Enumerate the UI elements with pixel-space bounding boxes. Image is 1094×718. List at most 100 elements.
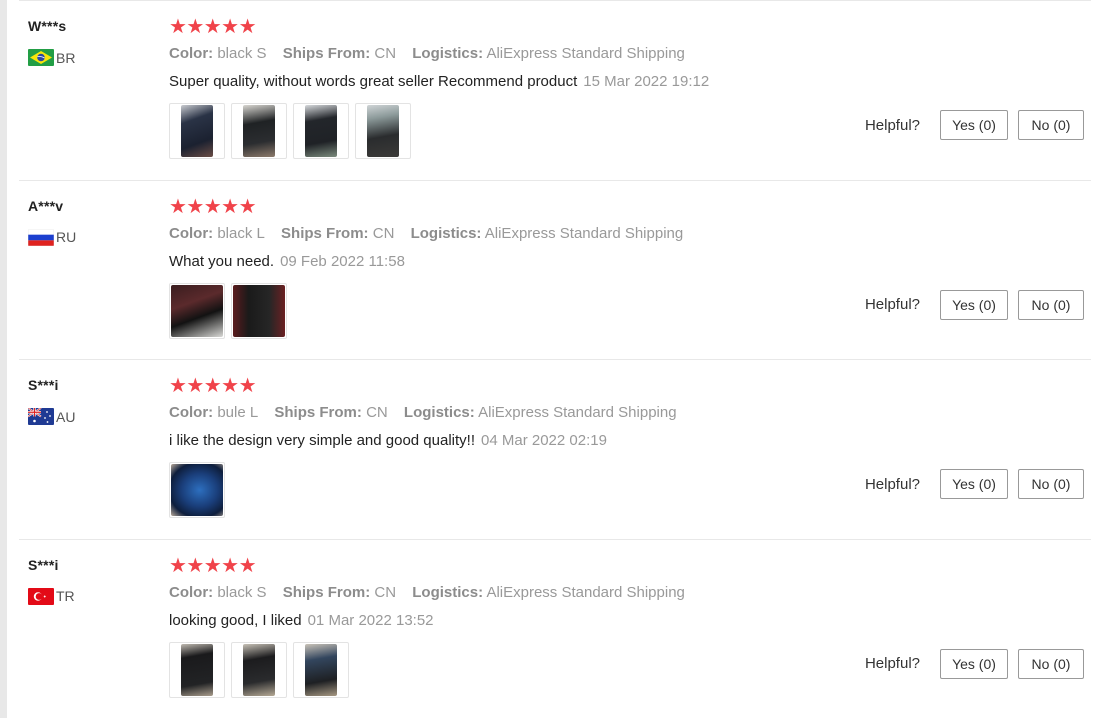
reviewer-name: W***s — [28, 18, 67, 34]
helpful-yes-button[interactable]: Yes (0) — [940, 648, 1008, 679]
review-date: 01 Mar 2022 13:52 — [307, 611, 434, 629]
helpful-yes-button[interactable]: Yes (0) — [940, 469, 1008, 499]
star-icon: ★ — [238, 375, 257, 397]
logistics-label: Logistics: — [412, 583, 484, 601]
review-date: 15 Mar 2022 19:12 — [583, 73, 710, 90]
ships-from-label: Ships From: — [282, 583, 371, 601]
star-icon: ★ — [203, 16, 222, 38]
color-value: black S — [217, 45, 267, 62]
country-code: BR — [56, 49, 76, 66]
ships-from-value: CN — [372, 224, 395, 242]
ships-from-label: Ships From: — [274, 404, 362, 421]
comment-text: What you need. — [169, 252, 275, 270]
ships-from-value: CN — [374, 583, 397, 601]
reviewer-country: RU — [28, 228, 77, 246]
order-attributes: Color: bule L Ships From: CN Logistics: … — [169, 404, 689, 421]
country-code: RU — [56, 229, 77, 245]
left-rail — [0, 0, 7, 718]
reviewer-name: S***i — [28, 556, 59, 573]
color-value: bule L — [217, 404, 259, 421]
review-photo-thumbnail[interactable] — [169, 282, 225, 339]
reviewer-country: BR — [28, 49, 75, 66]
review-photo-thumbnail[interactable] — [169, 641, 225, 698]
review-photos — [169, 641, 349, 698]
review-photo-thumbnail[interactable] — [231, 103, 287, 159]
review-photo-thumbnail[interactable] — [169, 462, 225, 518]
review-photo-thumbnail[interactable] — [355, 103, 411, 159]
ships-from-value: CN — [366, 404, 388, 421]
star-icon: ★ — [186, 195, 205, 218]
star-icon: ★ — [186, 554, 205, 577]
review-photo-thumbnail[interactable] — [231, 282, 287, 339]
comment-text: Super quality, without words great selle… — [169, 73, 578, 90]
helpful-vote: Helpful? Yes (0) No (0) — [865, 110, 1084, 140]
reviewer-name: S***i — [28, 377, 59, 393]
star-icon: ★ — [238, 195, 257, 218]
helpful-yes-button[interactable]: Yes (0) — [940, 110, 1008, 140]
color-label: Color: — [169, 224, 214, 242]
brazil-flag-icon — [28, 49, 54, 66]
helpful-vote: Helpful? Yes (0) No (0) — [864, 648, 1084, 679]
turkey-flag-icon — [28, 587, 54, 605]
ships-from-label: Ships From: — [281, 224, 369, 242]
review-comment: looking good, I liked 01 Mar 2022 13:52 — [169, 612, 434, 629]
star-rating: ★ ★ ★ ★ ★ — [169, 195, 257, 218]
country-code: AU — [56, 408, 76, 425]
review-photo-thumbnail[interactable] — [169, 103, 225, 159]
review-comment: What you need. 09 Feb 2022 11:58 — [169, 253, 405, 270]
ships-from-label: Ships From: — [282, 45, 371, 62]
order-attributes: Color: black S Ships From: CN Logistics:… — [169, 45, 697, 62]
review-date: 09 Feb 2022 11:58 — [280, 252, 405, 270]
review-photo-thumbnail[interactable] — [231, 641, 287, 698]
helpful-label: Helpful? — [864, 655, 920, 672]
color-value: black L — [217, 224, 265, 242]
review-photos — [169, 103, 411, 159]
star-icon: ★ — [169, 554, 187, 577]
feedback-list: W***s BR ★ ★ ★ ★ ★ Color: black S Ships From… — [19, 0, 1091, 718]
logistics-value: AliExpress Standard Shipping — [486, 583, 685, 601]
comment-text: i like the design very simple and good q… — [169, 432, 476, 449]
star-rating: ★ ★ ★ ★ ★ — [169, 554, 257, 577]
review-photo-thumbnail[interactable] — [293, 641, 349, 698]
star-icon: ★ — [169, 195, 187, 218]
helpful-no-button[interactable]: No (0) — [1018, 110, 1084, 140]
helpful-no-button[interactable]: No (0) — [1018, 648, 1084, 679]
star-icon: ★ — [203, 375, 222, 397]
logistics-value: AliExpress Standard Shipping — [486, 45, 685, 62]
star-icon: ★ — [169, 375, 187, 397]
review-comment: i like the design very simple and good q… — [169, 432, 607, 449]
helpful-no-button[interactable]: No (0) — [1018, 289, 1084, 320]
color-label: Color: — [169, 45, 214, 62]
star-icon: ★ — [186, 16, 205, 38]
order-attributes: Color: black L Ships From: CN Logistics:… — [169, 225, 695, 242]
review-date: 04 Mar 2022 02:19 — [481, 432, 607, 449]
logistics-label: Logistics: — [410, 224, 482, 242]
star-icon: ★ — [238, 16, 257, 38]
helpful-vote: Helpful? Yes (0) No (0) — [865, 289, 1084, 320]
logistics-label: Logistics: — [403, 404, 475, 421]
star-icon: ★ — [221, 554, 240, 577]
comment-text: looking good, I liked — [169, 611, 302, 629]
helpful-label: Helpful? — [864, 116, 920, 134]
star-rating: ★ ★ ★ ★ ★ — [169, 16, 257, 38]
review-photo-thumbnail[interactable] — [293, 103, 349, 159]
russia-flag-icon — [28, 228, 54, 246]
star-icon: ★ — [169, 16, 187, 38]
color-label: Color: — [169, 583, 214, 601]
helpful-no-button[interactable]: No (0) — [1018, 469, 1084, 499]
helpful-yes-button[interactable]: Yes (0) — [940, 289, 1008, 320]
review-item: W***s BR ★ ★ ★ ★ ★ Color: black S Ships From… — [19, 0, 1091, 180]
star-icon: ★ — [186, 375, 205, 397]
logistics-value: AliExpress Standard Shipping — [484, 224, 684, 242]
helpful-label: Helpful? — [864, 475, 920, 493]
country-code: TR — [56, 588, 75, 604]
star-icon: ★ — [221, 195, 240, 218]
color-label: Color: — [169, 404, 214, 421]
helpful-vote: Helpful? Yes (0) No (0) — [865, 469, 1084, 499]
australia-flag-icon — [28, 408, 54, 425]
star-icon: ★ — [221, 375, 240, 397]
review-item: S***i TR ★ ★ ★ ★ ★ Color: black S Ships From… — [19, 538, 1091, 718]
logistics-label: Logistics: — [412, 45, 484, 62]
star-icon: ★ — [238, 554, 257, 577]
reviewer-country: AU — [28, 408, 75, 425]
